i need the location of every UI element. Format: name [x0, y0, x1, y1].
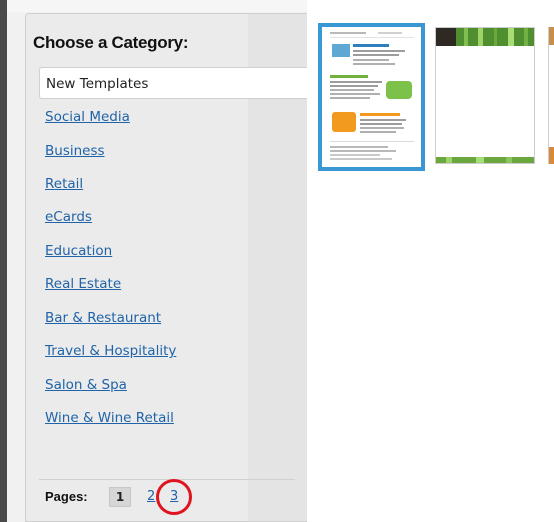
annotation-circle: [156, 479, 192, 515]
category-link-retail[interactable]: Retail: [45, 176, 83, 192]
newsletter-preview-image: [322, 27, 421, 167]
category-new-templates-selected[interactable]: New Templates: [39, 67, 315, 99]
sidebar-title: Choose a Category:: [33, 33, 189, 52]
template-preview-image: [549, 27, 554, 164]
category-link-wine-retail[interactable]: Wine & Wine Retail: [45, 410, 174, 426]
template-thumbnail[interactable]: [435, 27, 535, 164]
page-2-link[interactable]: 2: [147, 489, 155, 504]
template-thumbnail-selected[interactable]: [318, 23, 425, 171]
category-link-bar-restaurant[interactable]: Bar & Restaurant: [45, 310, 161, 326]
template-thumbnail-partial[interactable]: [548, 27, 554, 164]
category-link-business[interactable]: Business: [45, 143, 105, 159]
category-link-ecards[interactable]: eCards: [45, 209, 92, 225]
category-link-travel-hospitality[interactable]: Travel & Hospitality: [45, 343, 176, 359]
template-preview-image: [436, 28, 534, 163]
category-link-social-media[interactable]: Social Media: [45, 109, 130, 125]
category-link-education[interactable]: Education: [45, 243, 112, 259]
pages-label: Pages:: [45, 489, 88, 504]
category-link-salon-spa[interactable]: Salon & Spa: [45, 377, 127, 393]
page-1-current: 1: [109, 487, 131, 507]
category-link-real-estate[interactable]: Real Estate: [45, 276, 121, 292]
window-edge: [0, 0, 7, 522]
